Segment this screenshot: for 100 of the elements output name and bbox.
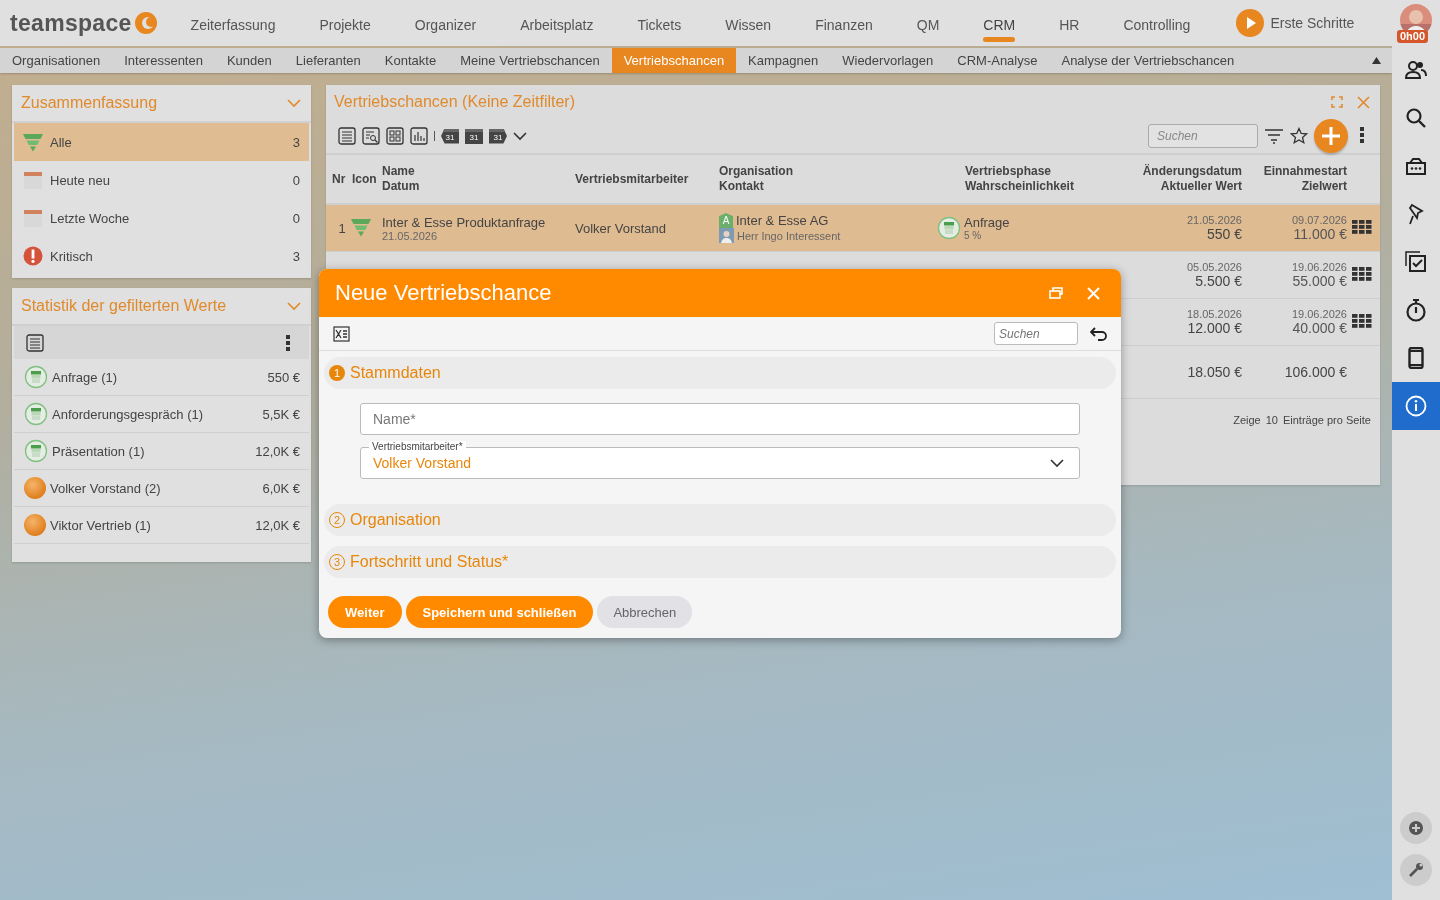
deal-date: 21.05.2026 xyxy=(382,229,439,242)
sub-nav-tab[interactable]: Interessenten xyxy=(112,48,215,73)
column-header: Einnahmestart Zielwert xyxy=(1262,164,1348,194)
nav-tab[interactable]: Zeiterfassung xyxy=(190,4,276,42)
stopwatch-icon[interactable] xyxy=(1405,298,1427,322)
logo-icon xyxy=(133,11,158,35)
nav-tab[interactable]: HR xyxy=(1059,4,1080,42)
tiles-view-icon[interactable] xyxy=(386,127,404,145)
column-header: Nr xyxy=(332,171,346,186)
stat-label: Anforderungsgespräch (1) xyxy=(52,406,205,422)
nav-tab[interactable]: Organizer xyxy=(414,4,477,42)
search-icon[interactable] xyxy=(1405,107,1427,129)
sub-nav-tab[interactable]: Kunden xyxy=(214,48,284,73)
getting-started-link[interactable]: Erste Schritte xyxy=(1236,9,1355,37)
people-icon[interactable] xyxy=(1405,60,1427,80)
table-cell: Volker Vorstand xyxy=(575,220,667,236)
stat-value: 12,0K € xyxy=(255,443,300,459)
phone-icon[interactable] xyxy=(1408,347,1424,369)
list-view-icon[interactable] xyxy=(26,333,44,352)
pager-text: Einträge pro Seite xyxy=(1282,414,1371,426)
alert-icon xyxy=(22,245,44,267)
nav-tab[interactable]: Tickets xyxy=(637,4,682,42)
contact-avatar-icon xyxy=(719,228,734,243)
column-header: Organisation Kontakt xyxy=(719,164,794,194)
search-view-icon[interactable] xyxy=(362,127,380,145)
more-icon[interactable] xyxy=(286,334,290,351)
total-target-value: 106.000 € xyxy=(1283,364,1348,380)
filter-item[interactable]: Letzte Woche 0 xyxy=(14,199,309,237)
grid-menu-icon[interactable] xyxy=(1352,266,1372,281)
filter-item[interactable]: Kritisch 3 xyxy=(14,237,309,275)
add-button[interactable] xyxy=(1314,119,1348,153)
sub-nav-tab[interactable]: Analyse der Vertriebschancen xyxy=(1049,48,1247,73)
chart-view-icon[interactable] xyxy=(410,127,428,145)
excel-export-icon[interactable] xyxy=(333,325,350,342)
calendar-view-button[interactable]: 31 xyxy=(441,128,459,144)
funnel-icon xyxy=(22,131,44,153)
target-value: 55.000 € xyxy=(1291,273,1347,289)
stat-value: 6,0K € xyxy=(262,480,300,496)
wrench-icon[interactable] xyxy=(1408,862,1424,878)
column-header: Vertriebsmitarbeiter xyxy=(575,171,690,187)
view-menu-icon[interactable] xyxy=(513,131,527,141)
list-view-icon[interactable] xyxy=(338,127,356,145)
stat-label: Volker Vorstand (2) xyxy=(50,480,162,496)
current-value: 12.000 € xyxy=(1186,320,1242,336)
filter-item[interactable]: Heute neu 0 xyxy=(14,161,309,199)
nav-tab[interactable]: Wissen xyxy=(725,4,772,42)
stat-label: Anfrage (1) xyxy=(52,369,119,385)
calendar-view-button[interactable]: 31 xyxy=(489,128,507,144)
collapse-icon[interactable] xyxy=(1372,57,1381,64)
current-value: 550 € xyxy=(1205,226,1242,242)
sub-nav-tab[interactable]: Organisationen xyxy=(0,48,113,73)
cancel-button[interactable]: Abbrechen xyxy=(597,596,693,628)
checklist-icon[interactable] xyxy=(1405,251,1427,273)
sub-nav-tab[interactable]: Kontakte xyxy=(372,48,449,73)
undo-icon[interactable] xyxy=(1090,326,1108,341)
sub-nav-tab[interactable]: Meine Vertriebschancen xyxy=(448,48,612,73)
grid-menu-icon[interactable] xyxy=(1352,219,1372,234)
sub-nav-tab[interactable]: Lieferanten xyxy=(283,48,373,73)
sub-nav-tab[interactable]: Kampagnen xyxy=(736,48,831,73)
tool-button[interactable] xyxy=(1400,854,1432,886)
contact-name[interactable]: Herr Ingo Interessent xyxy=(737,229,841,242)
nav-tab[interactable]: Arbeitsplatz xyxy=(520,4,594,42)
add-icon[interactable] xyxy=(1409,821,1423,835)
nav-tab[interactable]: QM xyxy=(916,4,940,42)
grid-menu-icon[interactable] xyxy=(1352,313,1372,328)
sub-nav-tab[interactable]: CRM-Analyse xyxy=(945,48,1050,73)
revenue-start-date: 09.07.2026 xyxy=(1290,214,1347,226)
nav-tab[interactable]: CRM xyxy=(983,4,1016,42)
panel-title: Zusammenfassung xyxy=(21,94,158,112)
page-size[interactable]: 10 xyxy=(1265,414,1278,426)
info-icon[interactable] xyxy=(1405,395,1427,417)
stat-label: Viktor Vertrieb (1) xyxy=(50,517,152,533)
calendar-view-button[interactable]: 31 xyxy=(465,128,483,144)
star-icon[interactable] xyxy=(1290,127,1308,145)
tool-button[interactable] xyxy=(1400,812,1432,844)
nav-tab[interactable]: Controlling xyxy=(1123,4,1191,42)
more-icon[interactable] xyxy=(1360,126,1364,143)
play-icon xyxy=(1236,9,1265,37)
change-date: 21.05.2026 xyxy=(1185,214,1242,226)
calendar-icon xyxy=(22,207,44,229)
avatar-icon xyxy=(24,514,46,536)
chevron-down-icon[interactable] xyxy=(1050,459,1064,468)
filter-item[interactable]: Alle 3 xyxy=(14,123,309,161)
nav-tab[interactable]: Projekte xyxy=(319,4,371,42)
panel-title: Statistik der gefilterten Werte xyxy=(21,297,227,315)
revenue-start-date: 19.06.2026 xyxy=(1290,308,1347,320)
filter-icon[interactable] xyxy=(1264,128,1284,144)
column-header: Icon xyxy=(352,171,377,186)
plus-icon xyxy=(1321,126,1341,146)
name-field[interactable]: Name* xyxy=(360,403,1080,435)
organisation-name[interactable]: Inter & Esse AG xyxy=(736,213,829,228)
card-icon[interactable] xyxy=(1405,156,1427,176)
nav-tab[interactable]: Finanzen xyxy=(815,4,873,42)
search-field[interactable]: Suchen xyxy=(1148,124,1258,148)
table-row[interactable]: 1 Inter & Esse Produktanfrage 21.05.2026 Volker Vorstand A Inter & Esse AG Herr Ingo Interessent Anfrage 5 % 21.05.2026 550 € 09.07.2026 11.000 € xyxy=(326,205,1380,252)
sub-nav-tab[interactable]: Wiedervorlagen xyxy=(830,48,946,73)
stat-label: Präsentation (1) xyxy=(52,443,146,459)
total-current-value: 18.050 € xyxy=(1186,364,1243,380)
pin-icon[interactable] xyxy=(1406,203,1426,225)
search-field[interactable]: Suchen xyxy=(994,322,1078,345)
